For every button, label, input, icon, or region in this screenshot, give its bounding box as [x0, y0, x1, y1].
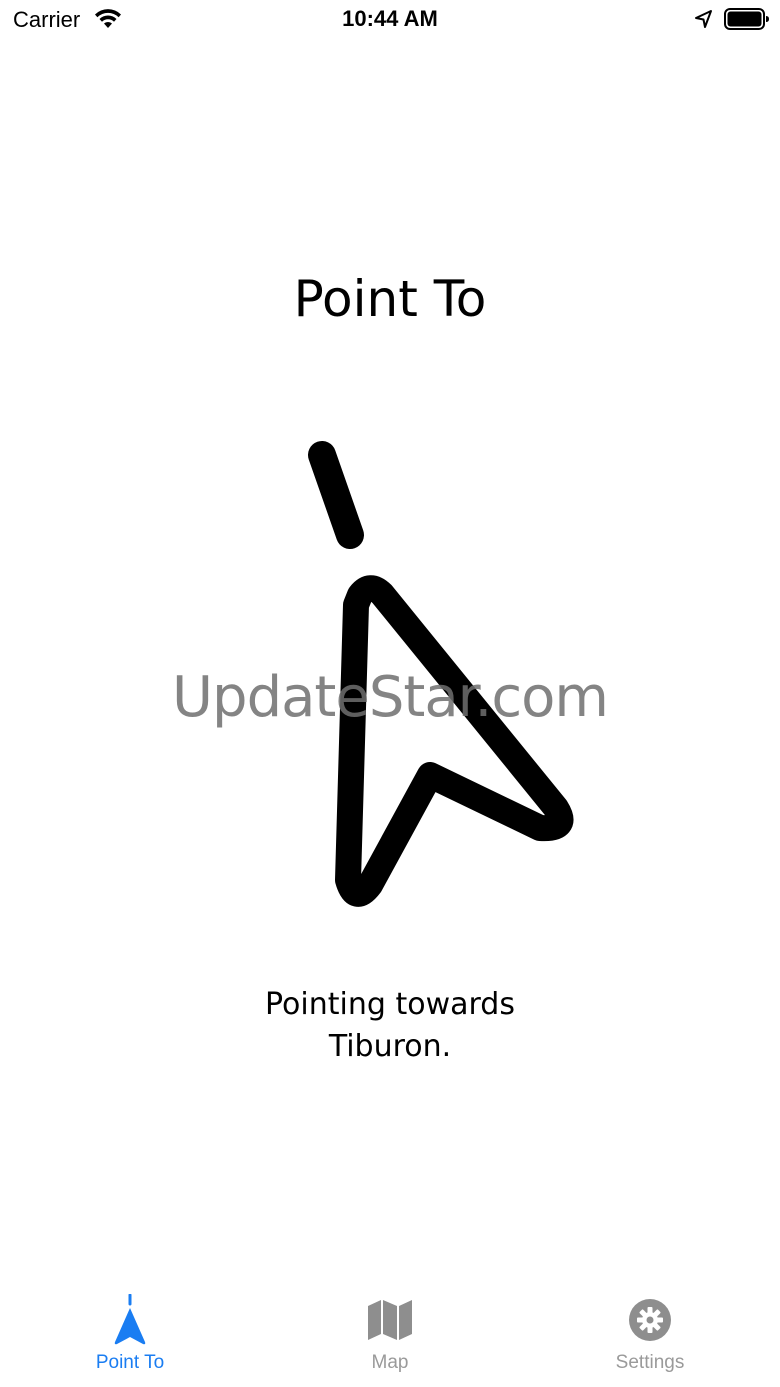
page-title: Point To: [293, 270, 487, 328]
tab-map[interactable]: Map: [260, 1287, 520, 1387]
pointing-status-line-2: Tiburon.: [328, 1029, 452, 1064]
pointing-status: Pointing towards Tiburon.: [0, 984, 780, 1068]
clock: 10:44 AM: [342, 6, 438, 31]
tab-settings[interactable]: Settings: [520, 1287, 780, 1387]
tab-settings-label: Settings: [615, 1352, 685, 1373]
location-arrow-icon: [695, 10, 712, 28]
tab-bar: Point To Map Settings: [0, 1287, 780, 1387]
map-icon: [360, 1295, 420, 1345]
location-pointer-icon: [100, 1294, 160, 1345]
pointing-status-line-1: Pointing towards: [265, 987, 515, 1022]
gear-icon: [620, 1295, 680, 1345]
status-bar: Carrier 10:44 AM: [0, 0, 780, 40]
watermark: UpdateStar.com: [172, 665, 609, 730]
tab-point-to-label: Point To: [95, 1352, 165, 1373]
tab-map-label: Map: [371, 1352, 409, 1373]
tab-point-to[interactable]: Point To: [0, 1287, 260, 1387]
battery-icon: [724, 8, 769, 30]
